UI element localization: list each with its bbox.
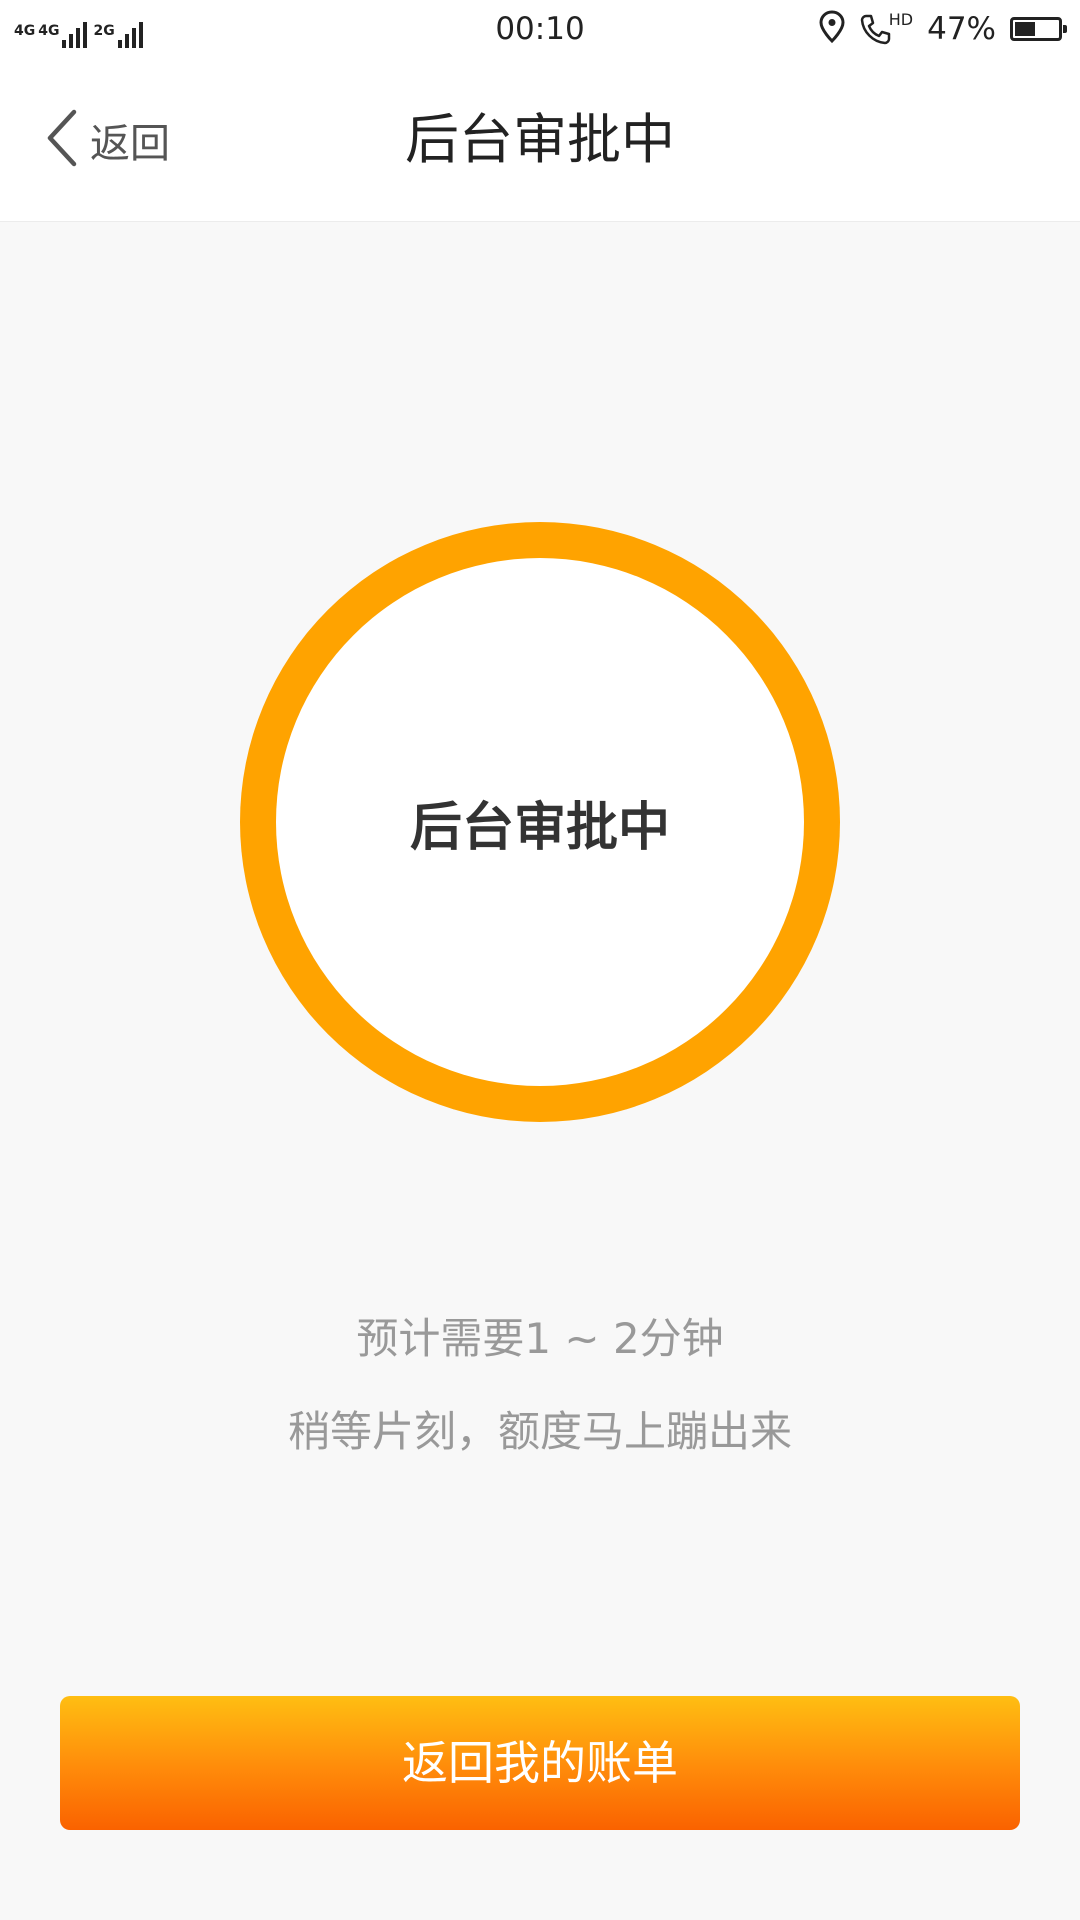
hd-badge: HD <box>888 10 914 29</box>
back-label: 返回 <box>90 121 170 167</box>
status-right: HD 47% <box>819 0 1067 58</box>
wait-message-text: 稍等片刻，额度马上蹦出来 <box>287 1407 792 1456</box>
chevron-left-icon <box>44 108 78 172</box>
status-bar: 4G 4G 2G 00:10 HD 47% <box>0 0 1080 58</box>
approval-status-ring-center: 后台审批中 <box>276 558 804 1086</box>
return-to-bills-button[interactable]: 返回我的账单 <box>60 1696 1020 1830</box>
estimated-time-text: 预计需要1 ~ 2分钟 <box>356 1314 724 1363</box>
location-pin-icon <box>819 10 845 48</box>
battery-icon <box>1010 17 1067 41</box>
navigation-bar: 返回 后台审批中 <box>0 58 1080 222</box>
approval-status-ring: 后台审批中 <box>240 522 840 1122</box>
battery-level-fill <box>1015 22 1035 36</box>
approval-status-label: 后台审批中 <box>409 797 670 858</box>
back-button[interactable]: 返回 <box>44 98 170 182</box>
battery-percent: 47% <box>927 11 996 47</box>
hd-call-icon: HD <box>859 10 914 46</box>
